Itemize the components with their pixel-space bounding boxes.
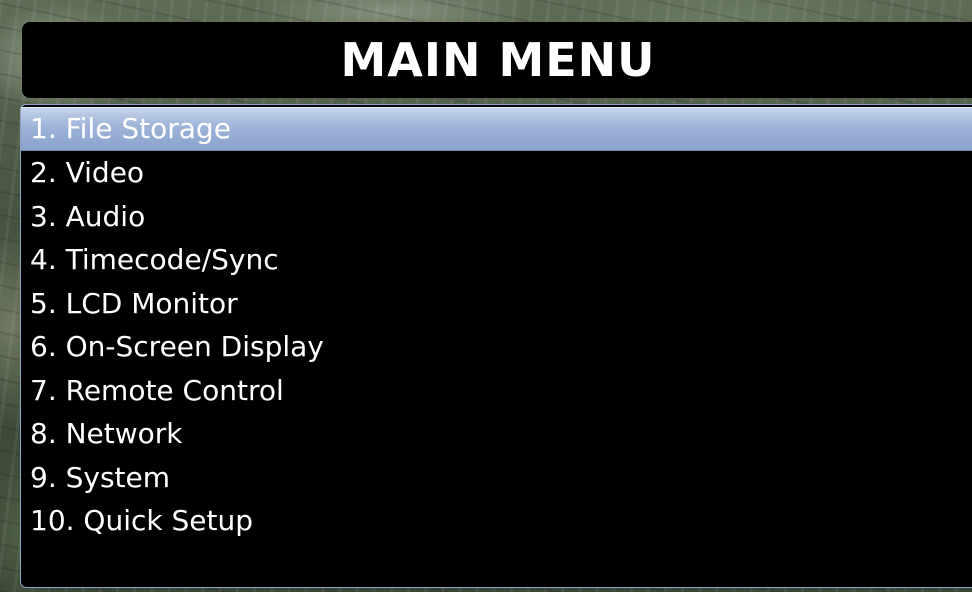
menu-item-lcd-monitor[interactable]: 5. LCD Monitor bbox=[21, 282, 972, 326]
menu-item-audio[interactable]: 3. Audio bbox=[21, 195, 972, 239]
menu-item-timecode-sync[interactable]: 4. Timecode/Sync bbox=[21, 238, 972, 282]
menu-list: 1. File Storage 2. Video 3. Audio 4. Tim… bbox=[21, 107, 972, 543]
page-title: MAIN MENU bbox=[340, 33, 656, 87]
menu-item-video[interactable]: 2. Video bbox=[21, 151, 972, 195]
title-bar: MAIN MENU bbox=[22, 22, 972, 98]
menu-item-quick-setup[interactable]: 10. Quick Setup bbox=[21, 499, 972, 543]
menu-item-on-screen-display[interactable]: 6. On-Screen Display bbox=[21, 325, 972, 369]
menu-item-file-storage[interactable]: 1. File Storage bbox=[21, 107, 972, 151]
menu-item-network[interactable]: 8. Network bbox=[21, 412, 972, 456]
menu-item-system[interactable]: 9. System bbox=[21, 456, 972, 500]
main-menu-panel: 1. File Storage 2. Video 3. Audio 4. Tim… bbox=[20, 104, 972, 588]
menu-item-remote-control[interactable]: 7. Remote Control bbox=[21, 369, 972, 413]
